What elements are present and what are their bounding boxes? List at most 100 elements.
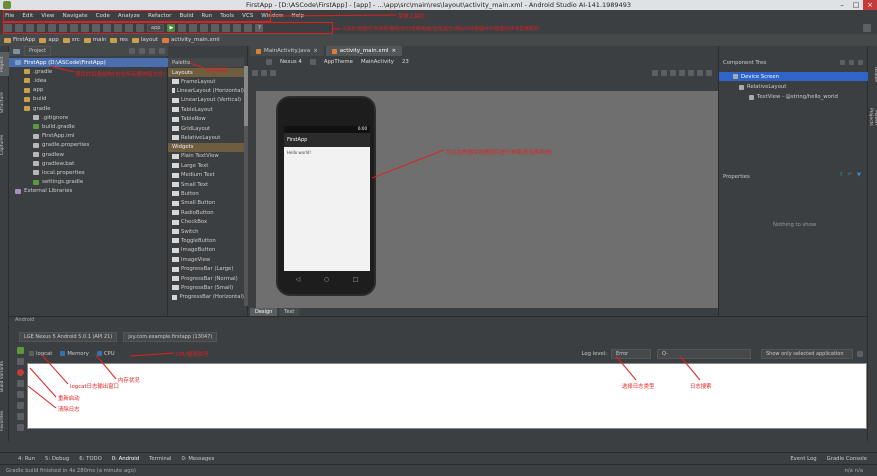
- palette-item[interactable]: ImageButton: [168, 246, 244, 255]
- tab-text[interactable]: Text: [279, 308, 300, 316]
- tree-item[interactable]: gradlew: [9, 150, 168, 159]
- zoom-fit-icon[interactable]: [652, 70, 658, 76]
- tree-item[interactable]: gradle.properties: [9, 141, 168, 150]
- down-arrow-icon[interactable]: [17, 391, 24, 398]
- close-button[interactable]: ×: [863, 0, 877, 10]
- maven-tool-tab[interactable]: Maven Projects: [868, 102, 877, 132]
- palette-item[interactable]: FrameLayout: [168, 77, 244, 86]
- clear-log-icon[interactable]: [17, 402, 24, 409]
- palette-item[interactable]: ProgressBar (Horizontal): [168, 293, 244, 302]
- palette-item[interactable]: RadioButton: [168, 208, 244, 217]
- settings-gear-icon[interactable]: [149, 48, 155, 54]
- tree-item[interactable]: app: [9, 86, 168, 95]
- log-level-select[interactable]: Error: [611, 348, 651, 359]
- filter-icon[interactable]: ▼: [857, 172, 861, 178]
- breadcrumb-app[interactable]: app: [39, 37, 59, 43]
- android-tool-tab[interactable]: 0: Android: [112, 456, 139, 462]
- settings-gear-icon[interactable]: [858, 60, 863, 65]
- orientation-icon[interactable]: [309, 59, 316, 65]
- help-icon[interactable]: ?: [840, 172, 843, 178]
- filter-config-icon[interactable]: [857, 350, 863, 357]
- process-selector[interactable]: jxy.com.example.firstapp (13047): [123, 331, 218, 342]
- tree-item[interactable]: gradle: [9, 104, 168, 113]
- gradle-console-tab[interactable]: Gradle Console: [827, 456, 867, 462]
- zoom-in-icon[interactable]: [670, 70, 676, 76]
- gradle-tool-tab[interactable]: Gradle: [869, 54, 877, 94]
- palette-item[interactable]: Switch: [168, 227, 244, 236]
- palette-item[interactable]: Medium Text: [168, 171, 244, 180]
- breadcrumb-layout[interactable]: layout: [131, 37, 158, 43]
- hide-panel-icon[interactable]: [159, 48, 165, 54]
- palette-item[interactable]: LinearLayout (Vertical): [168, 96, 244, 105]
- device-screen[interactable]: 6:00 FirstApp Hello world!: [284, 126, 370, 271]
- tree-item[interactable]: build: [9, 95, 168, 104]
- palette-item[interactable]: TableRow: [168, 115, 244, 124]
- tree-item-device-screen[interactable]: Device Screen: [719, 72, 868, 81]
- activity-selector[interactable]: MainActivity: [361, 59, 394, 65]
- palette-item[interactable]: ProgressBar (Small): [168, 283, 244, 292]
- build-variants-tool-tab[interactable]: Build Variants: [0, 356, 9, 396]
- debug-tool-tab[interactable]: 5: Debug: [45, 456, 69, 462]
- breadcrumb-res[interactable]: res: [110, 37, 128, 43]
- tree-item[interactable]: settings.gradle: [9, 178, 168, 187]
- device-selector[interactable]: LGE Nexus 5 Android 5.0.1 (API 21): [19, 331, 118, 342]
- up-arrow-icon[interactable]: [17, 380, 24, 387]
- palette-group-header[interactable]: Widgets: [168, 142, 244, 152]
- android-icon[interactable]: [17, 424, 24, 431]
- tree-item[interactable]: External Libraries: [9, 187, 168, 196]
- log-search-input[interactable]: Q-: [657, 348, 751, 359]
- event-log-tab[interactable]: Event Log: [790, 456, 816, 462]
- palette-item[interactable]: GridLayout: [168, 124, 244, 133]
- layout-grid-icon[interactable]: [261, 70, 267, 76]
- palette-item[interactable]: TableLayout: [168, 105, 244, 114]
- zoom-out-icon[interactable]: [679, 70, 685, 76]
- zoom-actual-icon[interactable]: [661, 70, 667, 76]
- palette-item[interactable]: ToggleButton: [168, 236, 244, 245]
- breadcrumb-firstapp[interactable]: FirstApp: [4, 37, 35, 43]
- layout-align-icon[interactable]: [270, 70, 276, 76]
- tab-mainactivity-java[interactable]: MainActivity.java ×: [250, 46, 324, 56]
- run-tool-tab[interactable]: 4: Run: [18, 456, 35, 462]
- terminal-tool-tab[interactable]: Terminal: [149, 456, 171, 462]
- screenshot-icon[interactable]: [688, 70, 694, 76]
- search-everywhere-icon[interactable]: [863, 24, 871, 32]
- tab-cpu[interactable]: CPU: [96, 351, 115, 357]
- messages-tool-tab[interactable]: 0: Messages: [181, 456, 214, 462]
- palette-item[interactable]: Plain TextView: [168, 152, 244, 161]
- tab-design[interactable]: Design: [250, 308, 278, 316]
- tree-item[interactable]: local.properties: [9, 168, 168, 177]
- screenshot-icon[interactable]: [17, 358, 24, 365]
- breadcrumb-src[interactable]: src: [62, 37, 80, 43]
- hello-textview[interactable]: Hello world!: [287, 150, 311, 155]
- palette-toggle-icon[interactable]: [252, 70, 258, 76]
- tree-item[interactable]: build.gradle: [9, 122, 168, 131]
- stop-icon[interactable]: [17, 369, 24, 376]
- device-selector[interactable]: Nexus 4: [280, 59, 302, 65]
- logcat-output[interactable]: [27, 363, 867, 429]
- tab-logcat[interactable]: logcat: [29, 351, 52, 357]
- tree-item[interactable]: FirstApp.iml: [9, 132, 168, 141]
- tree-item[interactable]: FirstApp (D:\ASCode\FirstApp): [9, 58, 168, 67]
- palette-item[interactable]: Large Text: [168, 161, 244, 170]
- captures-tool-tab[interactable]: Captures: [0, 130, 9, 160]
- restart-icon[interactable]: [17, 347, 24, 354]
- api-level-selector[interactable]: 23: [402, 59, 409, 65]
- tree-item[interactable]: .gitignore: [9, 113, 168, 122]
- palette-item[interactable]: ImageView: [168, 255, 244, 264]
- palette-item[interactable]: CheckBox: [168, 218, 244, 227]
- project-tool-tab[interactable]: Project: [0, 52, 9, 76]
- palette-item[interactable]: Small Button: [168, 199, 244, 208]
- palette-item[interactable]: ProgressBar (Large): [168, 265, 244, 274]
- todo-tool-tab[interactable]: 6: TODO: [79, 456, 102, 462]
- collapse-all-icon[interactable]: [139, 48, 145, 54]
- refresh-icon[interactable]: [697, 70, 703, 76]
- sync-scroll-icon[interactable]: [129, 48, 135, 54]
- warnings-icon[interactable]: [706, 70, 712, 76]
- log-filter-select[interactable]: Show only selected application: [761, 348, 853, 359]
- breadcrumb-main[interactable]: main: [83, 37, 106, 43]
- breadcrumb-activity-main[interactable]: activity_main.xml: [162, 37, 220, 43]
- palette-item[interactable]: RelativeLayout: [168, 133, 244, 142]
- tree-item[interactable]: gradlew.bat: [9, 159, 168, 168]
- tab-activity-main-xml[interactable]: activity_main.xml ×: [325, 46, 403, 56]
- palette-item[interactable]: Button: [168, 189, 244, 198]
